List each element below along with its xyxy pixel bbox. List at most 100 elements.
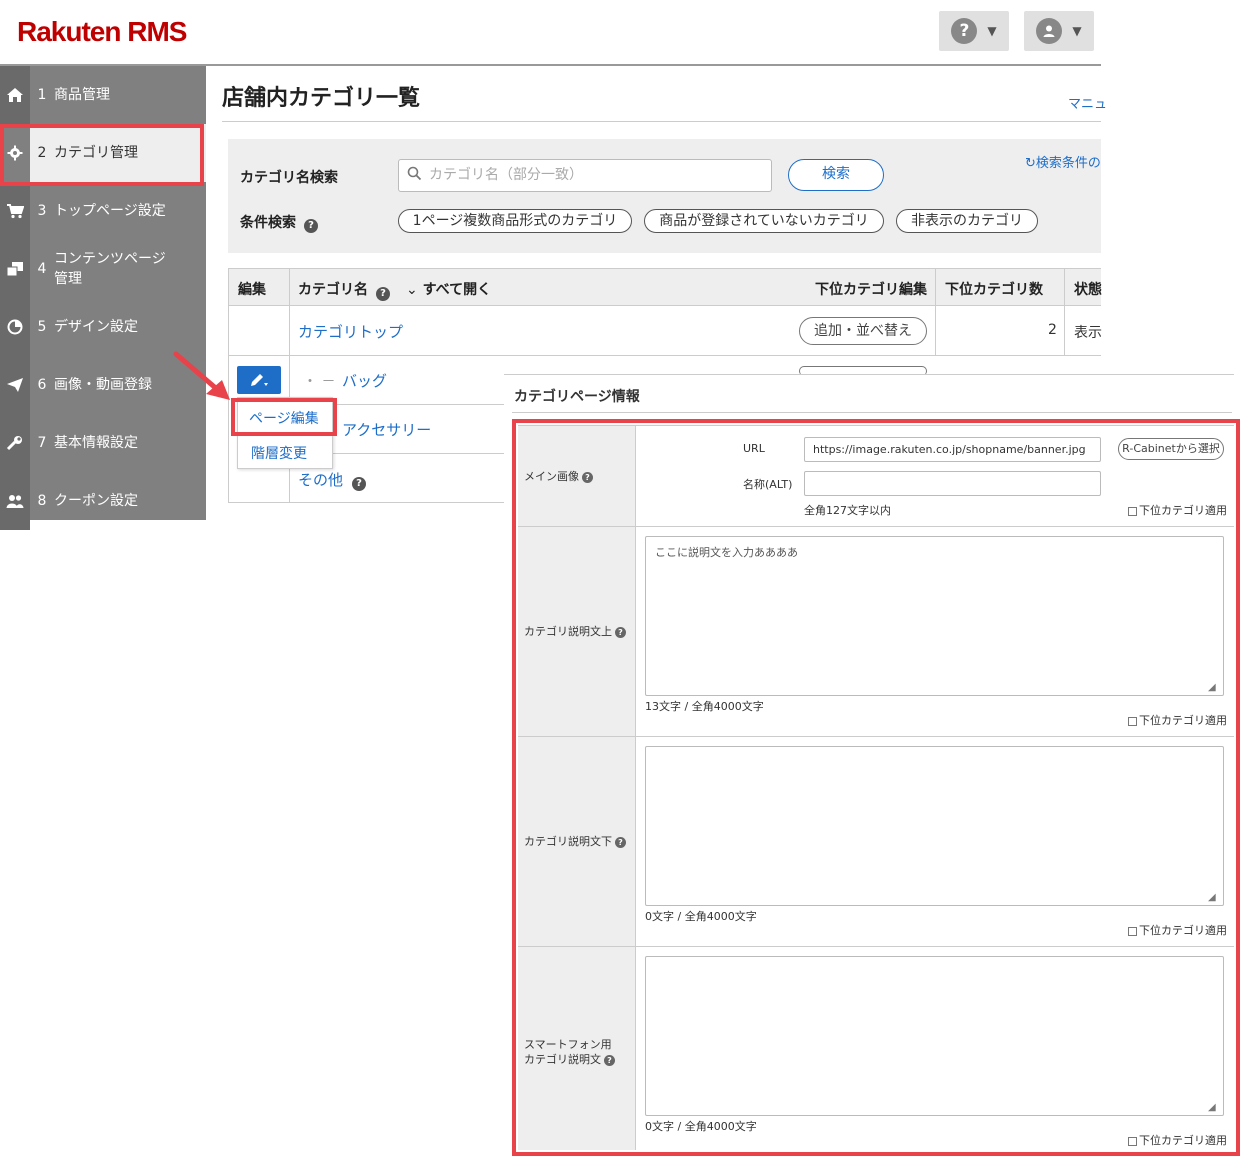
user-menu-button[interactable]: ▼ (1024, 11, 1094, 51)
help-icon: ? (951, 18, 978, 44)
chevron-down-icon: ⌄ (406, 282, 418, 298)
checkbox-icon (1128, 1136, 1137, 1146)
alt-hint: 全角127文字以内 (804, 504, 891, 517)
chevron-down-icon: ▼ (1072, 24, 1082, 38)
category-name-search-label: カテゴリ名検索 (240, 170, 338, 186)
expand-all-button[interactable]: ⌄ すべて開く (406, 279, 491, 299)
panel-border (504, 374, 1234, 375)
checkbox-icon (1128, 716, 1137, 726)
menu-item-hierarchy-change[interactable]: 階層変更 (251, 443, 307, 463)
checkbox-icon (1128, 506, 1137, 516)
category-search-input[interactable]: カテゴリ名（部分一致） (398, 159, 772, 192)
filter-help-icon[interactable]: ? (304, 213, 318, 233)
desc-upper-label: カテゴリ説明文上? (524, 624, 626, 639)
sidebar-item-content-page[interactable]: 4 コンテンツページ管理 (0, 240, 206, 298)
help-icon[interactable]: ? (582, 471, 593, 483)
r-cabinet-select-button[interactable]: R-Cabinetから選択 (1118, 438, 1224, 460)
table-divider (935, 268, 936, 356)
form-divider (518, 736, 1234, 737)
page-edit-highlight-box (231, 398, 337, 436)
title-divider (222, 121, 1101, 122)
resize-handle-icon[interactable]: ◢ (1208, 682, 1216, 693)
column-edit: 編集 (238, 282, 266, 298)
apply-sub-checkbox-desc-upper[interactable]: 下位カテゴリ適用 (1128, 712, 1227, 728)
edit-button[interactable] (237, 366, 281, 394)
sp-desc-textarea[interactable] (645, 956, 1224, 1116)
resize-handle-icon[interactable]: ◢ (1208, 1102, 1216, 1113)
apply-sub-checkbox-sp-desc[interactable]: 下位カテゴリ適用 (1128, 1132, 1227, 1148)
form-divider (518, 946, 1234, 947)
desc-lower-textarea[interactable] (645, 746, 1224, 906)
add-reorder-button[interactable]: 追加・並べ替え (799, 317, 927, 345)
filter-chip-no-products[interactable]: 商品が登録されていないカテゴリ (644, 209, 884, 233)
category-link-bag[interactable]: バッグ (342, 370, 387, 391)
sp-desc-label: スマートフォン用 カテゴリ説明文? (524, 1037, 615, 1067)
category-link-accessory[interactable]: アクセサリー (342, 419, 431, 440)
category-link-top[interactable]: カテゴリトップ (298, 321, 403, 342)
search-panel (228, 139, 1101, 253)
wrench-icon (0, 414, 30, 472)
help-icon[interactable]: ? (615, 836, 626, 848)
column-status: 状態 (1074, 282, 1102, 298)
cart-icon (0, 182, 30, 240)
manual-link[interactable]: マニュ (1068, 93, 1107, 112)
sub-category-count: 2 (1048, 322, 1057, 338)
sidebar-highlight-box (0, 124, 204, 186)
sidebar-item-product[interactable]: 1 商品管理 (0, 66, 206, 124)
user-icon (1036, 18, 1063, 44)
filter-label: 条件検索 (240, 215, 296, 231)
column-sub-count: 下位カテゴリ数 (945, 282, 1043, 298)
checkbox-icon (1128, 926, 1137, 936)
other-help-icon[interactable]: ? (352, 471, 366, 491)
sp-desc-counter: 0文字 / 全角4000文字 (645, 1120, 757, 1133)
column-sub-edit: 下位カテゴリ編集 (815, 282, 927, 298)
send-icon (0, 356, 30, 414)
rakuten-rms-logo[interactable]: Rakuten RMS (17, 16, 187, 48)
reset-search-link[interactable]: ↻検索条件の (1025, 152, 1101, 171)
resize-handle-icon[interactable]: ◢ (1208, 892, 1216, 903)
search-button[interactable]: 検索 (788, 159, 884, 191)
search-icon (407, 166, 422, 185)
main-image-label: メイン画像? (524, 469, 593, 484)
refresh-icon: ↻ (1025, 156, 1036, 171)
desc-lower-counter: 0文字 / 全角4000文字 (645, 910, 757, 923)
form-divider (518, 526, 1234, 527)
form-divider (518, 425, 1234, 426)
chevron-down-icon: ▼ (987, 24, 997, 38)
pie-chart-icon (0, 298, 30, 356)
pages-icon (0, 240, 30, 298)
desc-upper-counter: 13文字 / 全角4000文字 (645, 700, 764, 713)
help-icon[interactable]: ? (604, 1054, 615, 1066)
category-link-other[interactable]: その他 (298, 469, 343, 490)
filter-chip-multi-product[interactable]: 1ページ複数商品形式のカテゴリ (398, 209, 632, 233)
sidebar-item-coupon[interactable]: 8 クーポン設定 (0, 472, 206, 530)
url-label: URL (743, 442, 765, 455)
panel-title-divider (512, 412, 1232, 413)
users-icon (0, 472, 30, 530)
tree-prefix: ・ － (303, 374, 336, 390)
table-divider (228, 502, 505, 503)
alt-label: 名称(ALT) (743, 478, 793, 491)
desc-lower-label: カテゴリ説明文下? (524, 834, 626, 849)
sidebar-item-top-page[interactable]: 3 トップページ設定 (0, 182, 206, 240)
image-alt-input[interactable] (804, 471, 1101, 496)
help-icon[interactable]: ? (615, 626, 626, 638)
pointer-arrow (173, 351, 230, 400)
image-url-input[interactable]: https://image.rakuten.co.jp/shopname/ban… (804, 437, 1101, 462)
home-icon (0, 66, 30, 124)
table-divider (1064, 268, 1065, 356)
apply-sub-checkbox-main-image[interactable]: 下位カテゴリ適用 (1128, 502, 1227, 518)
category-name-help-icon[interactable]: ? (376, 281, 390, 301)
table-divider (228, 355, 1101, 356)
sidebar-item-basic-info[interactable]: 7 基本情報設定 (0, 414, 206, 472)
page-title: 店舗内カテゴリ一覧 (222, 86, 421, 111)
filter-chip-hidden[interactable]: 非表示のカテゴリ (896, 209, 1038, 233)
column-category-name: カテゴリ名 (298, 282, 368, 298)
help-menu-button[interactable]: ? ▼ (939, 11, 1009, 51)
desc-upper-textarea[interactable]: ここに説明文を入力ああああ (645, 536, 1224, 696)
panel-title: カテゴリページ情報 (514, 389, 640, 405)
form-divider (635, 425, 636, 1150)
screen: Rakuten RMS ? ▼ ▼ 1 商品管理 2 カテゴリ管理 3 トップペ… (0, 0, 1247, 1169)
apply-sub-checkbox-desc-lower[interactable]: 下位カテゴリ適用 (1128, 922, 1227, 938)
status-value: 表示 (1074, 325, 1102, 341)
